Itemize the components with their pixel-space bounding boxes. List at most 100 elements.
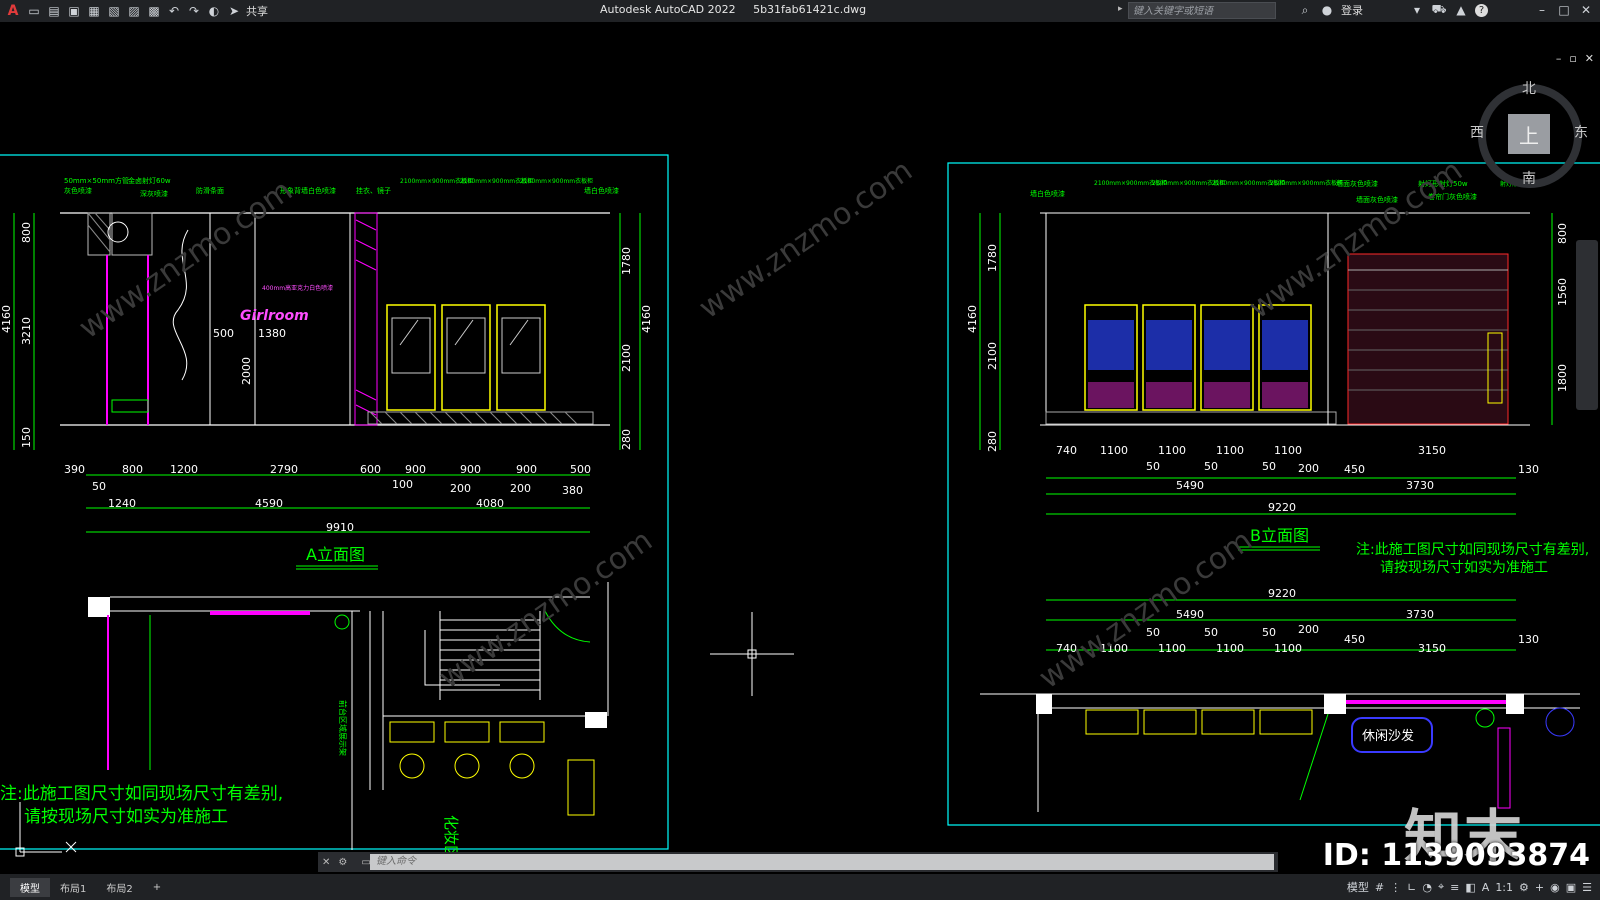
elevation-a-title: A立面图 bbox=[306, 545, 365, 564]
dim-inner-500: 500 bbox=[213, 327, 234, 340]
viewport-controls: – ▫ ✕ bbox=[1556, 52, 1594, 65]
model-space-button[interactable]: 模型 bbox=[1347, 879, 1369, 895]
add-layout-button[interactable]: + bbox=[143, 880, 171, 895]
new-file-icon[interactable]: ▭ bbox=[26, 3, 42, 19]
command-customize-icon[interactable]: ⚙ bbox=[338, 857, 347, 868]
dim-a-900-3: 900 bbox=[516, 463, 537, 476]
share-icon[interactable]: ➤ bbox=[226, 3, 242, 19]
note-a-line1: 注:此施工图尺寸如同现场尺寸有差别, bbox=[0, 784, 283, 804]
dim-a-50: 50 bbox=[92, 480, 106, 493]
scale-label[interactable]: 1:1 bbox=[1495, 881, 1513, 894]
search-expand-icon[interactable]: ▸ bbox=[1118, 4, 1123, 14]
transparency-icon[interactable]: ◧ bbox=[1465, 881, 1475, 894]
label-a-11: 墙白色喷漆 bbox=[584, 186, 619, 195]
undo-icon[interactable]: ↶ bbox=[166, 3, 182, 19]
label-a-10: 2100mm×900mm衣板柜 bbox=[520, 177, 593, 185]
share-label[interactable]: 共享 bbox=[246, 3, 268, 19]
dim-a-left-3210: 3210 bbox=[20, 317, 33, 345]
snap-icon[interactable]: ⋮ bbox=[1390, 881, 1401, 894]
dim-a-right-2100: 2100 bbox=[620, 344, 633, 372]
dim-plan-b-130: 130 bbox=[1518, 633, 1539, 646]
dropdown-icon[interactable]: ▾ bbox=[1409, 2, 1425, 18]
plus-icon[interactable]: + bbox=[1535, 881, 1544, 894]
dim-b-left-280: 280 bbox=[986, 431, 999, 452]
dim-a-4080: 4080 bbox=[476, 497, 504, 510]
status-bar: 模型 布局1 布局2 + 模型 # ⋮ ∟ ◔ ⌖ ≡ ◧ A 1:1 ⚙ + … bbox=[0, 874, 1600, 900]
compass-north[interactable]: 北 bbox=[1522, 78, 1536, 98]
dim-a-left-150: 150 bbox=[20, 427, 33, 448]
isolate-icon[interactable]: ◉ bbox=[1550, 881, 1560, 894]
publish-icon[interactable]: ▧ bbox=[106, 3, 122, 19]
dim-b-200: 200 bbox=[1298, 462, 1319, 475]
lineweight-icon[interactable]: ≡ bbox=[1450, 881, 1459, 894]
drawing-canvas[interactable]: Girlroom 400mm高亚克力白色喷漆 500 1380 2000 50m… bbox=[0, 22, 1600, 874]
search-icon[interactable]: ⌕ bbox=[1297, 2, 1313, 18]
print-icon[interactable]: ▩ bbox=[146, 3, 162, 19]
dim-a-800: 800 bbox=[122, 463, 143, 476]
dim-a-1200: 1200 bbox=[170, 463, 198, 476]
dim-b-3730: 3730 bbox=[1406, 479, 1434, 492]
autocad-app-menu-button[interactable]: A bbox=[4, 3, 22, 19]
tab-layout2[interactable]: 布局2 bbox=[96, 878, 142, 897]
compass-west[interactable]: 西 bbox=[1470, 122, 1484, 142]
elevation-b: 墙白色喷漆 2100mm×900mm衣板柜 2100mm×900mm衣板柜 21… bbox=[966, 179, 1569, 551]
customize-menu-icon[interactable]: ☰ bbox=[1582, 881, 1592, 894]
viewport-restore-icon[interactable]: ▫ bbox=[1569, 52, 1576, 65]
user-icon[interactable]: ● bbox=[1319, 2, 1335, 18]
tab-layout1[interactable]: 布局1 bbox=[50, 878, 96, 897]
command-close-icon[interactable]: ✕ bbox=[322, 857, 330, 868]
close-icon[interactable]: ✕ bbox=[1578, 2, 1594, 18]
tab-model[interactable]: 模型 bbox=[10, 877, 50, 897]
plan-a-stage-label: 前台区域展示架 bbox=[338, 700, 348, 756]
quick-access-toolbar: A ▭ ▤ ▣ ▦ ▧ ▨ ▩ ↶ ↷ ◐ ➤ 共享 bbox=[4, 3, 268, 19]
viewport-close-icon[interactable]: ✕ bbox=[1585, 52, 1594, 65]
dim-b-5490: 5490 bbox=[1176, 479, 1204, 492]
file-name: 5b31fab61421c.dwg bbox=[753, 3, 867, 16]
command-input[interactable]: 键入命令 bbox=[370, 854, 1274, 870]
window-title: Autodesk AutoCAD 2022 5b31fab61421c.dwg bbox=[600, 3, 866, 16]
help-icon[interactable]: ? bbox=[1475, 3, 1488, 17]
label-b-1: 墙白色喷漆 bbox=[1030, 189, 1065, 198]
grid-icon[interactable]: # bbox=[1375, 881, 1384, 894]
dim-a-900-1: 900 bbox=[405, 463, 426, 476]
workspace-icon[interactable]: ◐ bbox=[206, 3, 222, 19]
dim-b-left-2100: 2100 bbox=[986, 342, 999, 370]
brand-note: 400mm高亚克力白色喷漆 bbox=[262, 284, 333, 292]
help-search-input[interactable]: 键入关键字或短语 bbox=[1128, 2, 1276, 19]
dim-b-1100-4: 1100 bbox=[1274, 444, 1302, 457]
osnap-icon[interactable]: ⌖ bbox=[1438, 880, 1444, 894]
save-as-icon[interactable]: ▦ bbox=[86, 3, 102, 19]
minimize-icon[interactable]: – bbox=[1534, 2, 1550, 18]
dim-a-100: 100 bbox=[392, 478, 413, 491]
wardrobe-a3 bbox=[496, 304, 546, 411]
a360-icon[interactable]: ▲ bbox=[1453, 2, 1469, 18]
dim-a-left-total: 4160 bbox=[0, 305, 13, 333]
compass-south[interactable]: 南 bbox=[1522, 168, 1536, 188]
settings-gear-icon[interactable]: ⚙ bbox=[1519, 881, 1529, 894]
save-icon[interactable]: ▣ bbox=[66, 3, 82, 19]
view-cube[interactable]: 上 北 南 西 东 bbox=[1470, 81, 1588, 188]
titlebar-right: ⌕ ● 登录 ▾ ⛟ ▲ ? – □ ✕ bbox=[1297, 2, 1594, 18]
wardrobe-a2 bbox=[441, 304, 491, 411]
maximize-icon[interactable]: □ bbox=[1556, 2, 1572, 18]
label-a-7: 挂衣、镜子 bbox=[356, 186, 391, 195]
redo-icon[interactable]: ↷ bbox=[186, 3, 202, 19]
view-cube-top-face[interactable]: 上 bbox=[1508, 114, 1550, 154]
plot-icon[interactable]: ▨ bbox=[126, 3, 142, 19]
dim-b-1100-1: 1100 bbox=[1100, 444, 1128, 457]
cart-icon[interactable]: ⛟ bbox=[1431, 2, 1447, 18]
status-tools: 模型 # ⋮ ∟ ◔ ⌖ ≡ ◧ A 1:1 ⚙ + ◉ ▣ ☰ bbox=[1347, 879, 1592, 895]
compass-east[interactable]: 东 bbox=[1574, 122, 1588, 142]
shutter-door bbox=[1347, 253, 1509, 425]
cursor-crosshair bbox=[710, 612, 794, 696]
ortho-icon[interactable]: ∟ bbox=[1407, 881, 1416, 894]
dim-a-1240: 1240 bbox=[108, 497, 136, 510]
polar-icon[interactable]: ◔ bbox=[1422, 881, 1432, 894]
dim-inner-1380: 1380 bbox=[258, 327, 286, 340]
open-folder-icon[interactable]: ▤ bbox=[46, 3, 62, 19]
login-label[interactable]: 登录 bbox=[1341, 2, 1363, 18]
navigation-bar[interactable] bbox=[1576, 240, 1598, 410]
fullscreen-icon[interactable]: ▣ bbox=[1566, 881, 1576, 894]
viewport-minimize-icon[interactable]: – bbox=[1556, 52, 1562, 65]
annotation-icon[interactable]: A bbox=[1482, 881, 1490, 894]
